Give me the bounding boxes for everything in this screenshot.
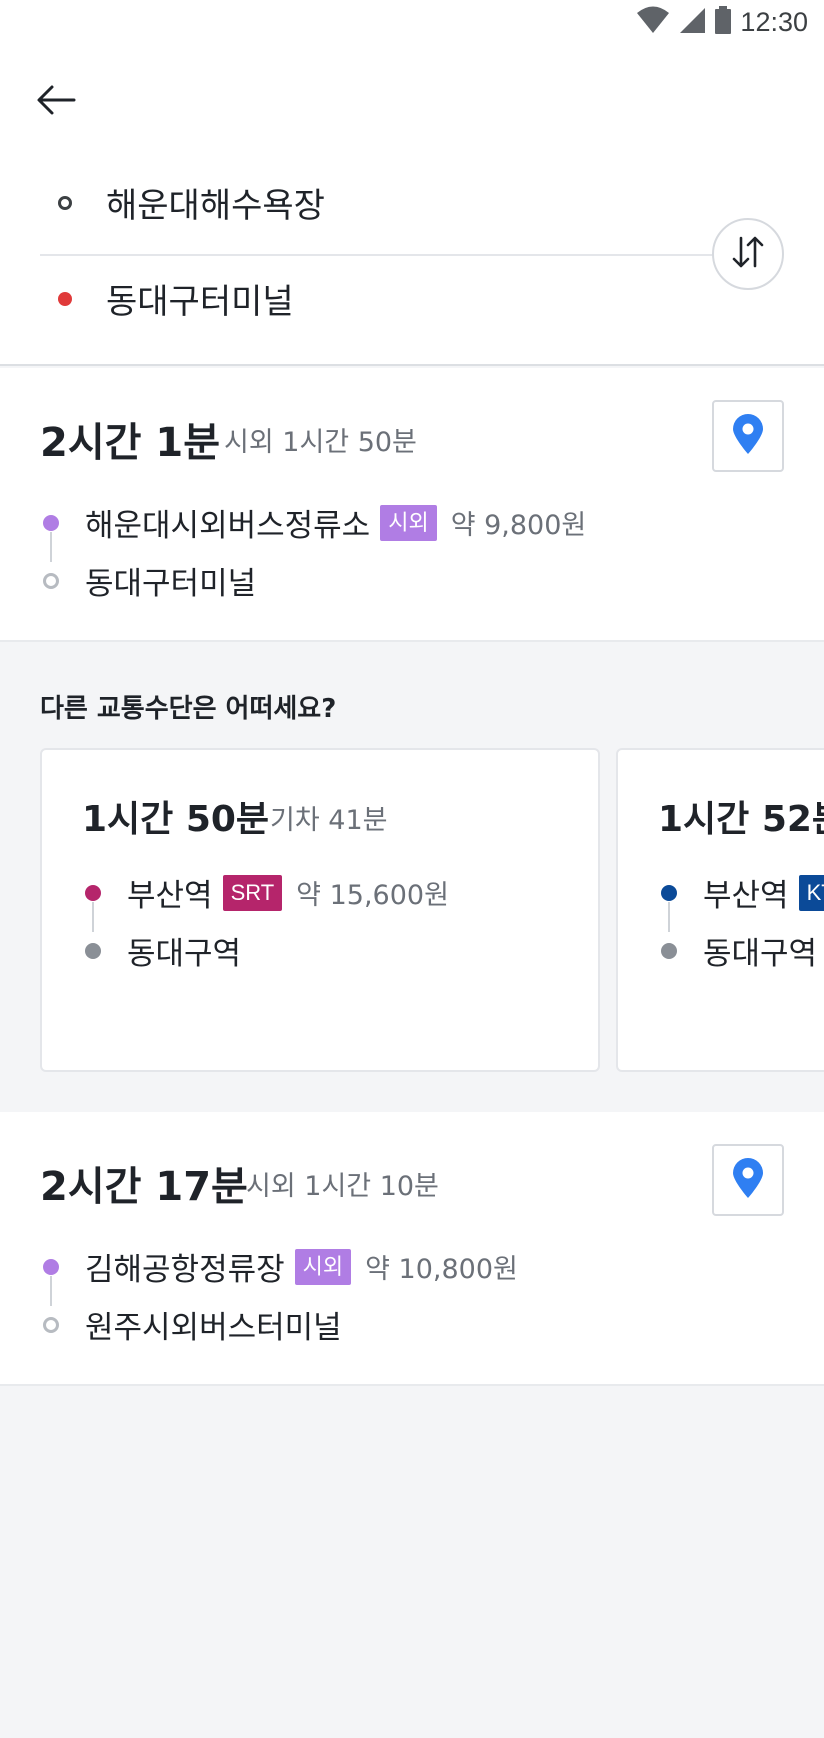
stop-dot-icon [43, 1258, 59, 1275]
route-card[interactable]: 2시간 1분 시외 1시간 50분 해운대시외버스정류소 시외 약 9,800원… [0, 368, 824, 642]
destination-text: 동대구터미널 [106, 282, 294, 322]
stop-ring-icon [43, 1316, 59, 1333]
alternative-card[interactable]: 1시간 52분 부산역 KTX 동대구역 [616, 748, 824, 1072]
transport-badge: KTX [798, 874, 824, 911]
transport-badge: 시외 [380, 504, 437, 541]
view-on-map-button[interactable] [712, 1144, 784, 1216]
alt-duration: 1시간 52분 [658, 799, 824, 840]
route-summary: 시외 1시간 50분 [224, 427, 417, 458]
route-departure-stop: 김해공항정류장 시외 약 10,800원 [43, 1244, 518, 1289]
transport-badge: 시외 [294, 1248, 352, 1285]
swap-arrows-icon [730, 234, 766, 274]
search-divider [40, 254, 715, 256]
status-time: 12:30 [740, 6, 808, 37]
stop-dot-icon [661, 884, 677, 901]
stop-name: 원주시외버스터미널 [85, 1310, 342, 1346]
stop-dot-icon [43, 514, 59, 531]
stop-dot-icon [85, 884, 101, 901]
stop-ring-icon [43, 572, 59, 589]
route-arrival-stop: 동대구터미널 [43, 558, 256, 603]
route-search-header: 해운대해수욕장 동대구터미널 [0, 48, 824, 366]
stop-dot-icon [661, 942, 677, 959]
map-pin-icon [731, 1157, 765, 1203]
origin-text: 해운대해수욕장 [106, 186, 325, 226]
destination-field[interactable]: 동대구터미널 [40, 274, 715, 323]
origin-marker-icon [58, 195, 72, 210]
route-arrival-stop: 원주시외버스터미널 [43, 1302, 342, 1347]
stop-name: 해운대시외버스정류소 [85, 508, 371, 544]
destination-marker-icon [58, 291, 72, 306]
stop-name: 동대구터미널 [85, 566, 257, 602]
route-duration: 2시간 1분 [40, 420, 220, 466]
stop-name: 부산역 [703, 878, 789, 914]
alt-departure-stop: 부산역 SRT 약 15,600원 [85, 870, 449, 915]
alt-arrival-stop: 동대구역 [661, 928, 817, 973]
alternatives-title: 다른 교통수단은 어떠세요? [40, 694, 337, 724]
fare-text: 약 9,800원 [450, 510, 587, 541]
status-bar: 12:30 [0, 0, 824, 48]
alternative-card[interactable]: 1시간 50분 기차 41분 부산역 SRT 약 15,600원 동대구역 [40, 748, 600, 1072]
alternatives-carousel[interactable]: 1시간 50분 기차 41분 부산역 SRT 약 15,600원 동대구역 1시… [0, 748, 824, 1072]
origin-field[interactable]: 해운대해수욕장 [40, 178, 715, 227]
stop-name: 김해공항정류장 [85, 1252, 285, 1288]
alt-departure-stop: 부산역 KTX [661, 870, 824, 915]
stop-name: 부산역 [127, 878, 213, 914]
fare-text: 약 15,600원 [296, 880, 449, 911]
back-button[interactable] [30, 80, 82, 124]
fare-text: 약 10,800원 [365, 1254, 518, 1285]
alt-summary: 기차 41분 [270, 805, 388, 836]
route-summary: 시외 1시간 10분 [246, 1171, 439, 1202]
stop-name: 동대구역 [703, 936, 818, 972]
stop-name: 동대구역 [127, 936, 242, 972]
transport-badge: SRT [222, 874, 283, 911]
alt-arrival-stop: 동대구역 [85, 928, 241, 973]
wifi-icon [636, 6, 670, 38]
view-on-map-button[interactable] [712, 400, 784, 472]
route-duration: 2시간 17분 [40, 1164, 248, 1210]
map-pin-icon [731, 413, 765, 459]
alt-duration: 1시간 50분 [82, 799, 270, 840]
swap-route-button[interactable] [712, 218, 784, 290]
cellular-signal-icon [678, 6, 706, 38]
route-departure-stop: 해운대시외버스정류소 시외 약 9,800원 [43, 500, 586, 545]
route-card[interactable]: 2시간 17분 시외 1시간 10분 김해공항정류장 시외 약 10,800원 … [0, 1112, 824, 1386]
arrow-left-icon [36, 84, 76, 120]
stop-dot-icon [85, 942, 101, 959]
battery-icon [714, 6, 732, 38]
